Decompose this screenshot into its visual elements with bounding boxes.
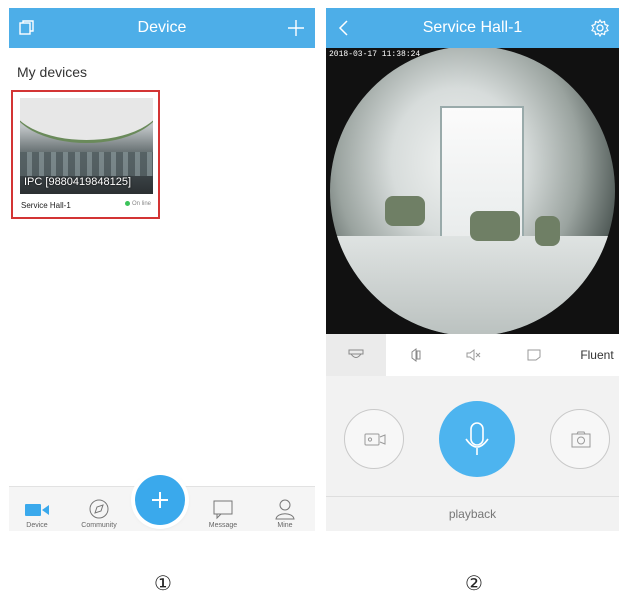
status-badge: On line xyxy=(124,201,151,207)
record-icon xyxy=(364,433,386,446)
snapshot-icon xyxy=(571,431,591,448)
fisheye-image xyxy=(330,48,615,334)
add-device-button[interactable] xyxy=(135,475,185,525)
top-bar: Service Hall-1 xyxy=(326,8,619,48)
device-name: Service Hall-1 xyxy=(21,201,71,210)
page-title: Service Hall-1 xyxy=(422,19,523,36)
playback-button[interactable]: playback xyxy=(326,496,619,531)
video-camera-icon xyxy=(25,504,49,516)
gear-icon[interactable] xyxy=(589,17,611,39)
screen-icon xyxy=(527,349,541,361)
camera-mount-button[interactable] xyxy=(326,334,386,376)
page-title: Device xyxy=(137,19,187,36)
control-panel xyxy=(326,376,619,496)
speaker-button[interactable] xyxy=(394,334,438,376)
camera-thumbnail[interactable]: IPC [9880419848125] xyxy=(20,98,153,194)
live-view-screen: Service Hall-1 2018-03-17 11:38:24 Fluen xyxy=(326,8,619,531)
quality-selector[interactable]: Fluent xyxy=(575,334,619,376)
video-toolbar: Fluent xyxy=(326,334,619,377)
message-icon xyxy=(213,500,233,520)
online-dot-icon xyxy=(124,201,130,206)
nav-message[interactable]: Message xyxy=(203,498,243,529)
talk-button[interactable] xyxy=(439,401,515,477)
nav-community[interactable]: Community xyxy=(79,498,119,529)
device-id-label: IPC [9880419848125] xyxy=(24,176,132,188)
step-marker-1: ① xyxy=(154,573,172,595)
snapshot-button[interactable] xyxy=(550,409,610,469)
video-timestamp: 2018-03-17 11:38:24 xyxy=(329,50,421,59)
top-bar: Device xyxy=(9,8,315,48)
microphone-icon xyxy=(465,422,489,455)
mute-button[interactable] xyxy=(452,334,496,376)
compass-icon xyxy=(89,499,109,519)
section-title: My devices xyxy=(17,64,88,80)
person-icon xyxy=(275,499,295,520)
record-button[interactable] xyxy=(344,409,404,469)
nav-device[interactable]: Device xyxy=(17,498,57,529)
live-video[interactable]: 2018-03-17 11:38:24 xyxy=(326,48,619,334)
screen-button[interactable] xyxy=(512,334,556,376)
mute-icon xyxy=(466,349,481,361)
plus-icon xyxy=(152,492,168,508)
speaker-icon xyxy=(411,348,421,362)
camera-mount-icon xyxy=(348,349,364,358)
step-marker-2: ② xyxy=(465,573,483,595)
device-list-screen: Device My devices IPC [9880419848125] Se… xyxy=(9,8,315,531)
device-card[interactable]: IPC [9880419848125] Service Hall-1 On li… xyxy=(11,90,160,219)
plus-icon[interactable] xyxy=(285,17,307,39)
nav-mine[interactable]: Mine xyxy=(265,498,305,529)
